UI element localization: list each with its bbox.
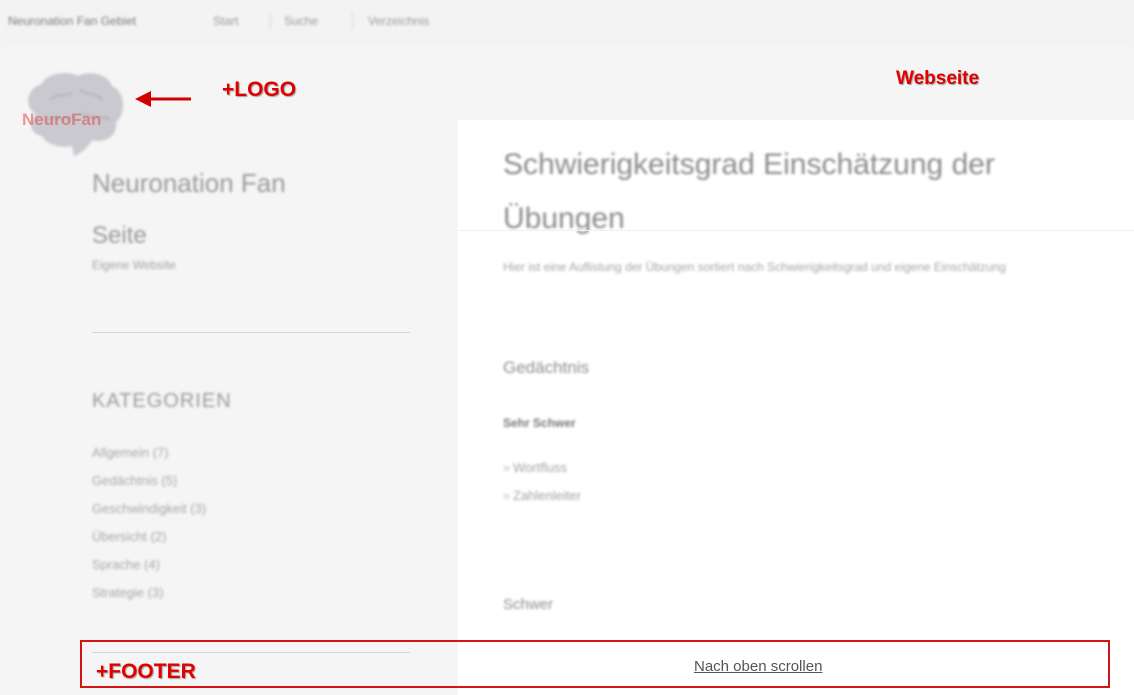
bullet-icon: » xyxy=(503,460,511,475)
scroll-to-top-link[interactable]: Nach oben scrollen xyxy=(694,658,822,675)
footer-annotation: +FOOTER xyxy=(96,660,196,683)
logo-annotation: +LOGO xyxy=(222,78,297,101)
category-link[interactable]: Übersicht (2) xyxy=(92,528,206,556)
category-link[interactable]: Sprache (4) xyxy=(92,556,206,584)
category-link[interactable]: Allgemein (7) xyxy=(92,444,206,472)
exercise-list: » Wortfluss » Zahlenleiter xyxy=(503,460,581,516)
subsection-heading: Sehr Schwer xyxy=(503,416,576,430)
list-item-label: Wortfluss xyxy=(513,460,567,475)
sidebar-tagline: Eigene Website xyxy=(92,258,176,272)
list-item[interactable]: » Zahlenleiter xyxy=(503,488,581,516)
category-link[interactable]: Geschwindigkeit (3) xyxy=(92,500,206,528)
section-heading-memory: Gedächtnis xyxy=(503,358,589,377)
divider xyxy=(458,230,1134,231)
list-item[interactable]: » Wortfluss xyxy=(503,460,581,488)
nav-item-search[interactable]: Suche xyxy=(284,14,318,28)
categories-list: Allgemein (7) Gedächtnis (5) Geschwindig… xyxy=(92,444,206,612)
site-title[interactable]: Neuronation Fan Gebiet xyxy=(8,14,136,28)
logo-text: NeuroFan xyxy=(22,110,102,129)
top-nav-bar: Neuronation Fan Gebiet Start Suche Verze… xyxy=(0,0,1134,44)
nav-item-directory[interactable]: Verzeichnis xyxy=(368,14,429,28)
webseite-annotation: Webseite xyxy=(896,68,980,89)
sidebar-site-name: Neuronation Fan xyxy=(92,168,286,198)
nav-separator xyxy=(270,12,271,30)
annotation-arrow-icon xyxy=(135,91,191,107)
footer-highlight-box xyxy=(80,640,1110,688)
nav-item-start[interactable]: Start xyxy=(213,14,238,28)
list-item-label: Zahlenleiter xyxy=(513,488,581,503)
divider xyxy=(92,332,410,333)
category-link[interactable]: Gedächtnis (5) xyxy=(92,472,206,500)
main-content: Schwierigkeitsgrad Einschätzung der Übun… xyxy=(458,120,1134,695)
nav-separator xyxy=(352,12,353,30)
categories-heading: KATEGORIEN xyxy=(92,390,232,412)
bullet-icon: » xyxy=(503,488,511,503)
category-link[interactable]: Strategie (3) xyxy=(92,584,206,612)
section-heading-hard: Schwer xyxy=(503,596,554,613)
sidebar-seite: Seite xyxy=(92,222,147,249)
post-intro: Hier ist eine Auflistung der Übungen sor… xyxy=(503,260,1006,274)
